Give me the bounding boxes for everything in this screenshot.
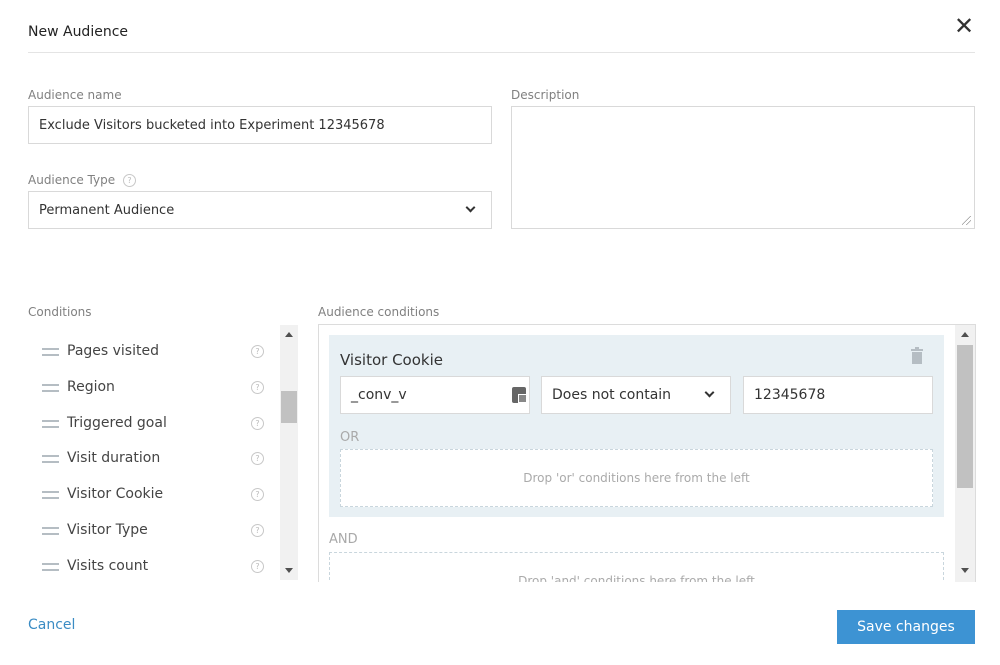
audience-name-value: Exclude Visitors bucketed into Experimen… (39, 117, 385, 133)
condition-label: Visits count (67, 558, 149, 574)
audience-type-select[interactable]: Permanent Audience (28, 191, 492, 229)
cookie-name-input[interactable]: _conv_v (340, 376, 530, 414)
scroll-down-arrow-icon[interactable] (961, 568, 969, 573)
operator-select[interactable]: Does not contain (541, 376, 731, 414)
operator-value: Does not contain (552, 387, 672, 403)
chevron-down-icon (465, 202, 476, 213)
or-drop-zone[interactable]: Drop 'or' conditions here from the left (340, 449, 933, 507)
conditions-scrollbar[interactable] (280, 325, 298, 580)
drag-handle-icon[interactable] (42, 455, 59, 463)
close-icon[interactable]: ✕ (954, 14, 974, 38)
description-label: Description (511, 88, 580, 102)
cookie-name-value: _conv_v (351, 387, 407, 403)
condition-label: Visitor Type (67, 522, 148, 538)
drag-handle-icon[interactable] (42, 348, 59, 356)
condition-item-visitor-cookie[interactable]: Visitor Cookie ? (28, 485, 268, 505)
and-drop-text: Drop 'and' conditions here from the left (518, 574, 755, 582)
cookie-value: 12345678 (754, 387, 826, 403)
cookie-value-input[interactable]: 12345678 (743, 376, 933, 414)
visitor-cookie-condition-card: Visitor Cookie _conv_v Does not contain … (329, 335, 944, 517)
scroll-up-arrow-icon[interactable] (961, 332, 969, 337)
question-circle-icon[interactable]: ? (122, 174, 136, 187)
trash-icon[interactable] (911, 347, 923, 364)
description-textarea[interactable] (511, 106, 975, 229)
question-circle-icon[interactable]: ? (251, 452, 264, 465)
question-circle-icon[interactable]: ? (251, 488, 264, 501)
audience-name-label: Audience name (28, 88, 122, 102)
audience-type-label-text: Audience Type (28, 173, 116, 187)
condition-item-pages-visited[interactable]: Pages visited ? (28, 342, 268, 362)
condition-label: Region (67, 379, 115, 395)
save-changes-button[interactable]: Save changes (837, 610, 975, 644)
drag-handle-icon[interactable] (42, 527, 59, 535)
audience-name-input[interactable]: Exclude Visitors bucketed into Experimen… (28, 106, 492, 144)
condition-item-visit-duration[interactable]: Visit duration ? (28, 449, 268, 469)
drag-handle-icon[interactable] (42, 384, 59, 392)
conditions-label: Conditions (28, 305, 92, 319)
or-label: OR (340, 430, 360, 445)
conditions-list: Pages visited ? Region ? Triggered goal … (28, 325, 298, 580)
question-circle-icon[interactable]: ? (251, 417, 264, 430)
drag-handle-icon[interactable] (42, 420, 59, 428)
audience-conditions-scrollbar[interactable] (955, 325, 975, 582)
scroll-down-arrow-icon[interactable] (285, 568, 293, 573)
condition-label: Pages visited (67, 343, 159, 359)
condition-item-visitor-type[interactable]: Visitor Type ? (28, 521, 268, 541)
audience-type-label: Audience Type ? (28, 173, 136, 187)
or-drop-text: Drop 'or' conditions here from the left (523, 471, 750, 485)
condition-item-visits-count[interactable]: Visits count ? (28, 557, 268, 577)
condition-card-title: Visitor Cookie (340, 351, 443, 369)
scrollbar-thumb[interactable] (281, 391, 297, 423)
audience-type-value: Permanent Audience (39, 202, 175, 218)
question-circle-icon[interactable]: ? (251, 524, 264, 537)
condition-label: Visitor Cookie (67, 486, 164, 502)
condition-item-region[interactable]: Region ? (28, 378, 268, 398)
drag-handle-icon[interactable] (42, 563, 59, 571)
and-drop-zone[interactable]: Drop 'and' conditions here from the left (329, 552, 944, 582)
resize-grip-icon[interactable] (962, 216, 971, 225)
question-circle-icon[interactable]: ? (251, 560, 264, 573)
condition-item-triggered-goal[interactable]: Triggered goal ? (28, 414, 268, 434)
chevron-down-icon (704, 387, 715, 398)
dialog-title: New Audience (28, 24, 129, 40)
cookie-picker-icon[interactable] (512, 387, 527, 403)
and-label: AND (329, 532, 358, 547)
header-divider (28, 52, 975, 53)
audience-conditions-panel: Visitor Cookie _conv_v Does not contain … (318, 324, 976, 582)
drag-handle-icon[interactable] (42, 491, 59, 499)
scroll-up-arrow-icon[interactable] (285, 332, 293, 337)
condition-label: Triggered goal (67, 415, 167, 431)
question-circle-icon[interactable]: ? (251, 345, 264, 358)
audience-conditions-label: Audience conditions (318, 305, 440, 319)
scrollbar-thumb[interactable] (957, 345, 973, 488)
question-circle-icon[interactable]: ? (251, 381, 264, 394)
cancel-button[interactable]: Cancel (28, 617, 75, 633)
condition-label: Visit duration (67, 450, 161, 466)
